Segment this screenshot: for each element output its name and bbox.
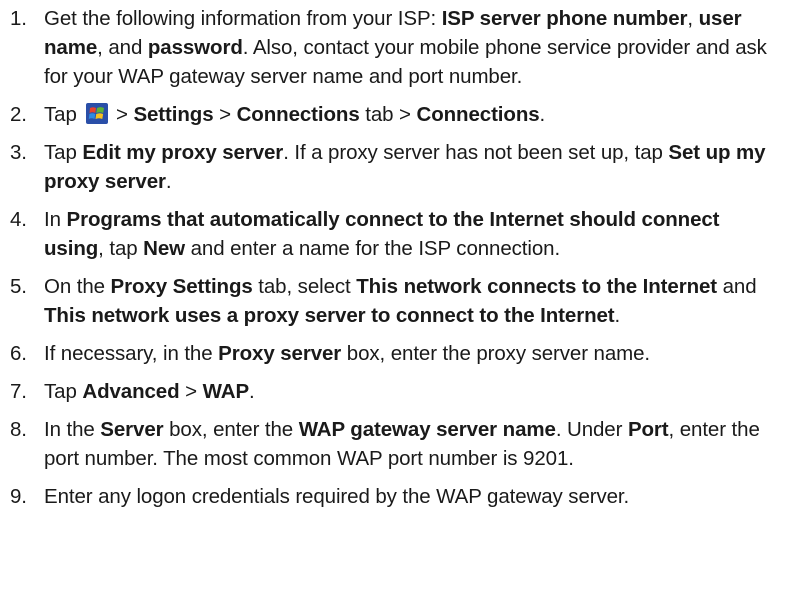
step-text: In Programs that automatically connect t… xyxy=(44,205,786,263)
step-text-run: > xyxy=(213,103,237,126)
step-bold-term: password xyxy=(147,36,243,59)
step-number: 6. xyxy=(10,342,27,365)
step-number: 5. xyxy=(10,275,27,298)
step-text-run: Enter any logon credentials required by … xyxy=(44,485,630,508)
step-bold-term: This network uses a proxy server to conn… xyxy=(44,304,615,327)
step-item: 9. Enter any logon credentials required b… xyxy=(6,482,786,511)
step-text-run: tab, select xyxy=(252,275,357,298)
step-number: 9. xyxy=(10,485,27,508)
step-bold-term: This network connects to the Internet xyxy=(356,275,718,298)
step-item: 8. In the Server box, enter the WAP gatew… xyxy=(6,415,786,473)
step-text-run: If necessary, in the xyxy=(44,342,219,365)
step-bold-term: ISP server phone number xyxy=(441,7,688,30)
step-item: 4. In Programs that automatically connect… xyxy=(6,205,786,263)
steps-list: 1. Get the following information from you… xyxy=(6,4,786,511)
step-text-run: , tap xyxy=(98,237,144,260)
step-text-run: > xyxy=(179,380,203,403)
step-item: 6. If necessary, in the Proxy server box,… xyxy=(6,339,786,368)
step-number: 3. xyxy=(10,141,27,164)
step-text-run: Tap xyxy=(44,103,83,126)
step-text-run: . xyxy=(539,103,546,126)
windows-start-icon xyxy=(86,103,109,124)
step-text-run: Tap xyxy=(44,380,83,403)
step-bold-term: Advanced xyxy=(82,380,180,403)
step-number: 2. xyxy=(10,103,27,126)
step-text: Get the following information from your … xyxy=(44,4,786,91)
step-number: 7. xyxy=(10,380,27,403)
step-item: 3. Tap Edit my proxy server. If a proxy s… xyxy=(6,138,786,196)
step-item: 7. Tap Advanced > WAP. xyxy=(6,377,786,406)
step-text-run: tab > xyxy=(359,103,417,126)
step-text: In the Server box, enter the WAP gateway… xyxy=(44,415,786,473)
step-text-run: box, enter the xyxy=(163,418,299,441)
step-bold-term: WAP xyxy=(202,380,250,403)
step-text: On the Proxy Settings tab, select This n… xyxy=(44,272,786,330)
step-text-run: . xyxy=(249,380,255,403)
step-text-run: . Under xyxy=(555,418,628,441)
step-text-run: and enter a name for the ISP connection. xyxy=(185,237,561,260)
step-text-run: > xyxy=(110,103,134,126)
step-text-run: . If a proxy server has not been set up,… xyxy=(283,141,669,164)
step-number: 8. xyxy=(10,418,27,441)
step-text-run: , and xyxy=(97,36,148,59)
step-text: Enter any logon credentials required by … xyxy=(44,482,786,511)
step-text-run: and xyxy=(717,275,757,298)
step-text-run: . xyxy=(614,304,621,327)
step-text: Tap Advanced > WAP. xyxy=(44,377,786,406)
step-text-run: Get the following information from your … xyxy=(44,7,442,30)
step-bold-term: Proxy server xyxy=(218,342,342,365)
step-bold-term: Connections xyxy=(236,103,360,126)
step-text-run: , xyxy=(687,7,699,30)
step-bold-term: New xyxy=(143,237,186,260)
step-text-run: box, enter the proxy server name. xyxy=(341,342,650,365)
step-item: 5. On the Proxy Settings tab, select This… xyxy=(6,272,786,330)
step-number: 4. xyxy=(10,208,27,231)
step-text: Tap Edit my proxy server. If a proxy ser… xyxy=(44,138,786,196)
step-text-run: In xyxy=(44,208,67,231)
step-bold-term: Edit my proxy server xyxy=(82,141,284,164)
step-bold-term: Connections xyxy=(416,103,540,126)
step-text-run: Tap xyxy=(44,141,83,164)
step-text: If necessary, in the Proxy server box, e… xyxy=(44,339,786,368)
step-text-run: In the xyxy=(44,418,101,441)
step-text: Tap > Settings > Connections tab > Conne… xyxy=(44,100,786,129)
step-item: 2. Tap > Settings > Connections tab > Con… xyxy=(6,100,786,129)
step-bold-term: WAP gateway server name xyxy=(298,418,556,441)
step-bold-term: Proxy Settings xyxy=(110,275,253,298)
step-text-run: . xyxy=(165,170,172,193)
step-item: 1. Get the following information from you… xyxy=(6,4,786,91)
step-bold-term: Server xyxy=(100,418,164,441)
step-text-run: On the xyxy=(44,275,111,298)
step-bold-term: Port xyxy=(627,418,669,441)
step-bold-term: Settings xyxy=(133,103,214,126)
step-number: 1. xyxy=(10,7,27,30)
instruction-page: 1. Get the following information from you… xyxy=(0,0,796,610)
